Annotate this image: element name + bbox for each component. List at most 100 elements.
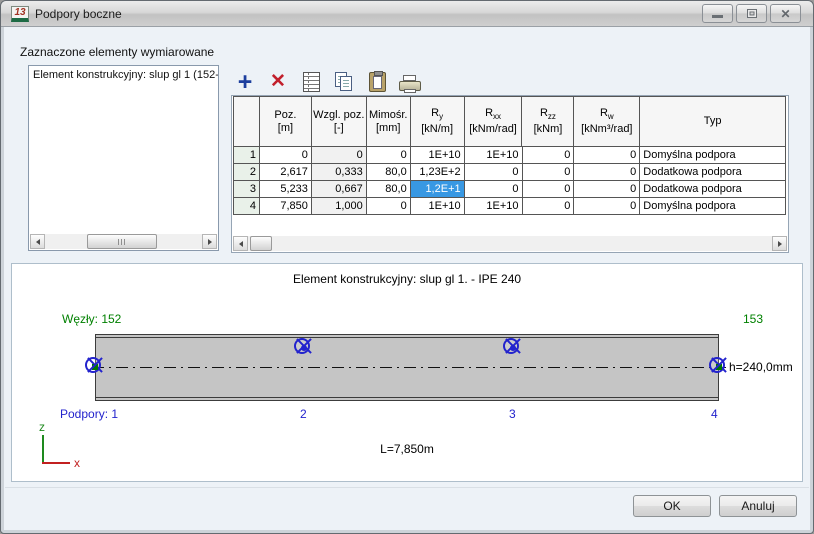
cell-typ[interactable]: Domyślna podpora xyxy=(640,198,786,215)
node-right-label: 153 xyxy=(743,312,763,326)
close-icon: ✕ xyxy=(780,8,790,20)
cell-rw[interactable]: 0 xyxy=(574,164,640,181)
header-rxx: Rxx[kNm/rad] xyxy=(465,97,523,147)
cell-wzgl[interactable]: 0,667 xyxy=(312,181,367,198)
table-row: 1 0 0 0 1E+10 1E+10 0 0 Domyślna podpora xyxy=(234,147,786,164)
cell-typ[interactable]: Dodatkowa podpora xyxy=(640,181,786,198)
cell-ry[interactable]: 1E+10 xyxy=(411,147,465,164)
cell-wzgl[interactable]: 1,000 xyxy=(312,198,367,215)
cell-rzz[interactable]: 0 xyxy=(523,181,575,198)
header-ry: Ry[kN/m] xyxy=(411,97,465,147)
cell-rzz[interactable]: 0 xyxy=(523,164,575,181)
support-symbol-3 xyxy=(503,338,519,354)
cell-poz[interactable]: 5,233 xyxy=(260,181,312,198)
beam-diagram: Element konstrukcyjny: slup gl 1. - IPE … xyxy=(11,263,803,482)
print-icon xyxy=(399,75,421,93)
scroll-thumb[interactable] xyxy=(87,234,157,249)
restore-icon xyxy=(747,9,757,18)
list-item[interactable]: Element konstrukcyjny: slup gl 1 (152- xyxy=(29,66,218,83)
cell-typ[interactable]: Domyślna podpora xyxy=(640,147,786,164)
titlebar[interactable]: 13 Podpory boczne ✕ xyxy=(1,1,813,27)
table-row: 2 2,617 0,333 80,0 1,23E+2 0 0 0 Dodatko… xyxy=(234,164,786,181)
table-toolbar: + ✕ xyxy=(233,68,422,96)
support-symbol-4 xyxy=(709,357,725,373)
header-rw: Rw[kNm³/rad] xyxy=(574,97,640,147)
selected-elements-label: Zaznaczone elementy wymiarowane xyxy=(20,45,214,59)
axis-z-label: z xyxy=(39,420,45,434)
minimize-button[interactable] xyxy=(702,4,733,23)
cell-rzz[interactable]: 0 xyxy=(523,147,575,164)
supports-table-container: Poz.[m] Wzgl. poz.[-] Mimośr.[mm] Ry[kN/… xyxy=(231,95,789,253)
app-icon: 13 xyxy=(11,6,29,22)
cell-rw[interactable]: 0 xyxy=(574,198,640,215)
table-grid-icon xyxy=(303,72,320,92)
window-title: Podpory boczne xyxy=(35,7,122,21)
cell-mimosr[interactable]: 80,0 xyxy=(367,181,411,198)
paste-button[interactable] xyxy=(365,70,389,94)
add-row-button[interactable]: + xyxy=(233,70,257,94)
ok-button[interactable]: OK xyxy=(633,495,711,517)
selected-cell[interactable]: 1,2E+1 xyxy=(411,181,465,198)
diagram-title: Element konstrukcyjny: slup gl 1. - IPE … xyxy=(12,272,802,286)
cell-rxx[interactable]: 0 xyxy=(465,164,523,181)
support-3-label: 3 xyxy=(509,407,516,421)
copy-button[interactable] xyxy=(332,70,356,94)
cell-poz[interactable]: 0 xyxy=(260,147,312,164)
cell-wzgl[interactable]: 0 xyxy=(312,147,367,164)
table-row: 4 7,850 1,000 0 1E+10 1E+10 0 0 Domyślna… xyxy=(234,198,786,215)
delete-x-icon: ✕ xyxy=(270,72,286,92)
height-label: h=240,0mm xyxy=(729,360,793,374)
dialog-window: 13 Podpory boczne ✕ Zaznaczone elementy … xyxy=(0,0,814,534)
header-wzgl-poz: Wzgl. poz.[-] xyxy=(312,97,367,147)
support-2-label: 2 xyxy=(300,407,307,421)
restore-button[interactable] xyxy=(736,4,767,23)
cell-ry[interactable]: 1E+10 xyxy=(411,198,465,215)
delete-row-button[interactable]: ✕ xyxy=(266,70,290,94)
beam-centerline xyxy=(92,367,726,368)
cell-typ[interactable]: Dodatkowa podpora xyxy=(640,164,786,181)
elements-listbox[interactable]: Element konstrukcyjny: slup gl 1 (152- xyxy=(28,65,219,251)
cell-poz[interactable]: 2,617 xyxy=(260,164,312,181)
cell-wzgl[interactable]: 0,333 xyxy=(312,164,367,181)
scroll-right-icon[interactable] xyxy=(202,234,217,249)
header-poz: Poz.[m] xyxy=(260,97,312,147)
print-button[interactable] xyxy=(398,70,422,94)
header-mimosr: Mimośr.[mm] xyxy=(367,97,411,147)
cell-rxx[interactable]: 1E+10 xyxy=(465,198,523,215)
scroll-left-icon[interactable] xyxy=(30,234,45,249)
cell-mimosr[interactable]: 0 xyxy=(367,198,411,215)
nodes-label: Węzły: 152 xyxy=(62,312,121,326)
cell-rxx[interactable]: 1E+10 xyxy=(465,147,523,164)
row-number[interactable]: 1 xyxy=(234,147,260,164)
cell-mimosr[interactable]: 80,0 xyxy=(367,164,411,181)
table-header-row: Poz.[m] Wzgl. poz.[-] Mimośr.[mm] Ry[kN/… xyxy=(234,97,786,147)
cell-rxx[interactable]: 0 xyxy=(465,181,523,198)
plus-icon: + xyxy=(238,71,253,93)
header-typ: Typ xyxy=(640,97,786,147)
cancel-button[interactable]: Anuluj xyxy=(719,495,797,517)
insert-table-button[interactable] xyxy=(299,70,323,94)
minimize-icon xyxy=(712,15,723,18)
row-number[interactable]: 4 xyxy=(234,198,260,215)
row-number[interactable]: 3 xyxy=(234,181,260,198)
listbox-hscrollbar[interactable] xyxy=(30,234,217,249)
axis-x-label: x xyxy=(74,456,80,470)
cell-ry[interactable]: 1,23E+2 xyxy=(411,164,465,181)
cell-poz[interactable]: 7,850 xyxy=(260,198,312,215)
paste-icon xyxy=(369,72,386,92)
cell-rw[interactable]: 0 xyxy=(574,147,640,164)
cell-mimosr[interactable]: 0 xyxy=(367,147,411,164)
supports-label: Podpory: 1 xyxy=(60,407,118,421)
scroll-right-icon[interactable] xyxy=(772,236,787,251)
row-number[interactable]: 2 xyxy=(234,164,260,181)
cell-rzz[interactable]: 0 xyxy=(523,198,575,215)
scroll-left-icon[interactable] xyxy=(233,236,248,251)
support-4-label: 4 xyxy=(711,407,718,421)
table-hscrollbar[interactable] xyxy=(233,236,787,251)
supports-table: Poz.[m] Wzgl. poz.[-] Mimośr.[mm] Ry[kN/… xyxy=(233,96,786,215)
table-row: 3 5,233 0,667 80,0 1,2E+1 0 0 0 Dodatkow… xyxy=(234,181,786,198)
scroll-thumb[interactable] xyxy=(250,236,272,251)
close-button[interactable]: ✕ xyxy=(770,4,801,23)
cell-rw[interactable]: 0 xyxy=(574,181,640,198)
support-symbol-2 xyxy=(294,338,310,354)
